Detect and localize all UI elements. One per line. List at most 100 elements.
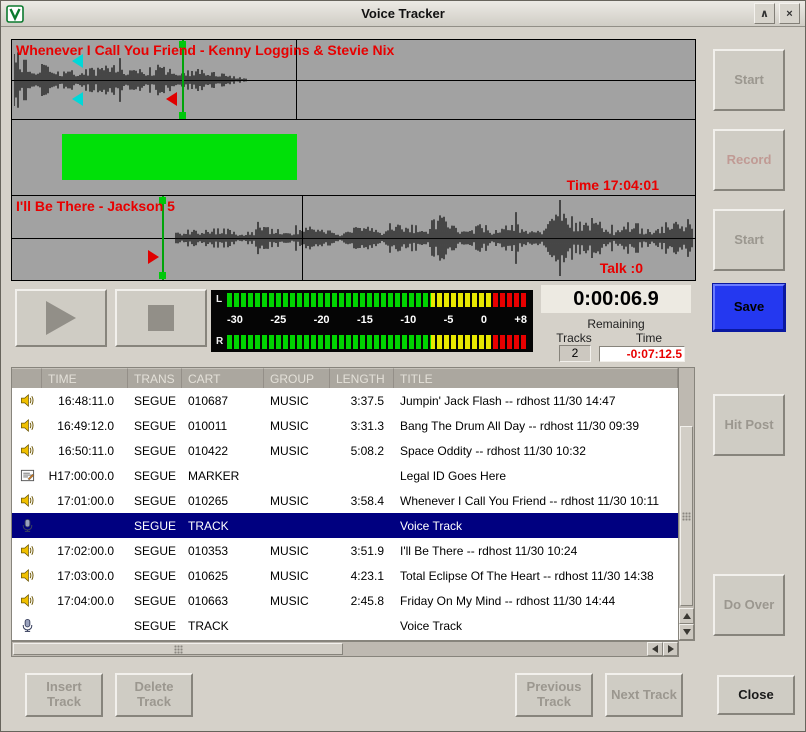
cell-group: MUSIC bbox=[264, 444, 330, 458]
log-row[interactable]: 17:04:00.0SEGUE010663MUSIC2:45.8Friday O… bbox=[12, 588, 678, 613]
cell-title: Jumpin' Jack Flash -- rdhost 11/30 14:47 bbox=[394, 394, 678, 408]
cell-cart: MARKER bbox=[182, 469, 264, 483]
next-track-button[interactable]: Next Track bbox=[605, 673, 683, 717]
cell-group: MUSIC bbox=[264, 494, 330, 508]
log-header-time[interactable]: TIME bbox=[42, 368, 128, 388]
voicetrack-region[interactable] bbox=[62, 134, 297, 180]
speaker-icon bbox=[12, 593, 42, 608]
vertical-scrollbar-thumb[interactable] bbox=[680, 426, 693, 606]
do-over-button[interactable]: Do Over bbox=[713, 574, 785, 636]
window-close-button[interactable]: × bbox=[779, 3, 800, 24]
cell-title: Space Oddity -- rdhost 11/30 10:32 bbox=[394, 444, 678, 458]
playout-marker[interactable] bbox=[148, 250, 159, 264]
audio-meter: L -30-25-20-15-10-50+8 R bbox=[211, 290, 533, 352]
log-header-icon[interactable] bbox=[12, 368, 42, 388]
remaining-label: Remaining bbox=[541, 317, 691, 331]
insert-track-button[interactable]: Insert Track bbox=[25, 673, 103, 717]
cell-trans: SEGUE bbox=[128, 494, 182, 508]
log-row[interactable]: 16:50:11.0SEGUE010422MUSIC5:08.2Space Od… bbox=[12, 438, 678, 463]
play-button[interactable] bbox=[15, 289, 107, 347]
right-arrow-icon bbox=[668, 645, 674, 653]
close-button[interactable]: Close bbox=[717, 675, 795, 715]
log-header-cart[interactable]: CART bbox=[182, 368, 264, 388]
stop-button[interactable] bbox=[115, 289, 207, 347]
mic-icon bbox=[12, 618, 42, 633]
start-track1-button[interactable]: Start bbox=[713, 49, 785, 111]
start-track2-button[interactable]: Start bbox=[713, 209, 785, 271]
speaker-icon bbox=[12, 393, 42, 408]
marker-handle[interactable] bbox=[159, 272, 166, 279]
log-header-group[interactable]: GROUP bbox=[264, 368, 330, 388]
meter-scale-tick: -5 bbox=[444, 314, 454, 326]
cell-trans: SEGUE bbox=[128, 394, 182, 408]
cell-length: 3:58.4 bbox=[330, 494, 394, 508]
log-row[interactable]: 17:02:00.0SEGUE010353MUSIC3:51.9I'll Be … bbox=[12, 538, 678, 563]
scroll-right-button[interactable] bbox=[663, 642, 678, 656]
log-header-length[interactable]: LENGTH bbox=[330, 368, 394, 388]
track1-panel[interactable]: Whenever I Call You Friend - Kenny Loggi… bbox=[12, 40, 695, 120]
cell-time: 16:49:12.0 bbox=[42, 419, 128, 433]
cell-time: 17:02:00.0 bbox=[42, 544, 128, 558]
remaining-tracks-label: Tracks bbox=[541, 331, 607, 345]
track2-panel[interactable]: I'll Be There - Jackson 5 Talk :0 bbox=[12, 196, 695, 280]
cell-trans: SEGUE bbox=[128, 619, 182, 633]
up-arrow-icon bbox=[683, 613, 691, 619]
save-button[interactable]: Save bbox=[713, 284, 785, 331]
cell-trans: SEGUE bbox=[128, 519, 182, 533]
down-arrow-icon bbox=[683, 629, 691, 635]
track-editor[interactable]: Whenever I Call You Friend - Kenny Loggi… bbox=[11, 39, 696, 281]
log-row[interactable]: H17:00:00.0SEGUEMARKERLegal ID Goes Here bbox=[12, 463, 678, 488]
playout-marker[interactable] bbox=[166, 92, 177, 106]
cell-length: 2:45.8 bbox=[330, 594, 394, 608]
left-arrow-icon bbox=[652, 645, 658, 653]
log-header: TIMETRANSCARTGROUPLENGTHTITLE bbox=[12, 368, 678, 388]
log-row-selected[interactable]: SEGUETRACKVoice Track bbox=[12, 513, 678, 538]
cell-trans: SEGUE bbox=[128, 419, 182, 433]
record-button[interactable]: Record bbox=[713, 129, 785, 191]
delete-track-button[interactable]: Delete Track bbox=[115, 673, 193, 717]
cell-cart: TRACK bbox=[182, 619, 264, 633]
log-header-trans[interactable]: TRANS bbox=[128, 368, 182, 388]
log-row[interactable]: SEGUETRACKVoice Track bbox=[12, 613, 678, 638]
cell-trans: SEGUE bbox=[128, 569, 182, 583]
meter-scale-tick: -15 bbox=[357, 314, 373, 326]
log-row[interactable]: 16:49:12.0SEGUE010011MUSIC3:31.3Bang The… bbox=[12, 413, 678, 438]
cell-group: MUSIC bbox=[264, 544, 330, 558]
voicetrack-panel[interactable]: Time 17:04:01 bbox=[12, 120, 695, 196]
cell-trans: SEGUE bbox=[128, 469, 182, 483]
cell-title: Bang The Drum All Day -- rdhost 11/30 09… bbox=[394, 419, 678, 433]
scroll-left-button[interactable] bbox=[647, 642, 663, 656]
remaining-time-label: Time bbox=[607, 331, 691, 345]
scroll-up-button[interactable] bbox=[679, 608, 694, 624]
horizontal-scrollbar-track[interactable] bbox=[11, 641, 679, 657]
previous-track-button[interactable]: Previous Track bbox=[515, 673, 593, 717]
log-row[interactable]: 16:48:11.0SEGUE010687MUSIC3:37.5Jumpin' … bbox=[12, 388, 678, 413]
vertical-scrollbar[interactable] bbox=[678, 368, 694, 640]
horizontal-scrollbar-thumb[interactable] bbox=[13, 643, 343, 655]
speaker-icon bbox=[12, 493, 42, 508]
cell-title: Total Eclipse Of The Heart -- rdhost 11/… bbox=[394, 569, 678, 583]
cell-title: Whenever I Call You Friend -- rdhost 11/… bbox=[394, 494, 678, 508]
remaining-time-value: -0:07:12.5 bbox=[599, 346, 685, 362]
talk-time-label: Talk :0 bbox=[600, 260, 643, 276]
scrollbar-grip bbox=[174, 645, 183, 654]
fade-marker[interactable] bbox=[72, 92, 83, 106]
shade-button[interactable]: ∧ bbox=[754, 3, 775, 24]
cell-cart: TRACK bbox=[182, 519, 264, 533]
log-header-title[interactable]: TITLE bbox=[394, 368, 678, 388]
cell-time: 16:48:11.0 bbox=[42, 394, 128, 408]
log-body: 16:48:11.0SEGUE010687MUSIC3:37.5Jumpin' … bbox=[12, 388, 678, 640]
log-row[interactable]: 17:03:00.0SEGUE010625MUSIC4:23.1Total Ec… bbox=[12, 563, 678, 588]
speaker-icon bbox=[12, 543, 42, 558]
horizontal-scrollbar[interactable] bbox=[11, 641, 695, 657]
cell-group: MUSIC bbox=[264, 419, 330, 433]
cell-cart: 010663 bbox=[182, 594, 264, 608]
app-icon[interactable] bbox=[6, 5, 24, 23]
hit-post-button[interactable]: Hit Post bbox=[713, 394, 785, 456]
track1-title: Whenever I Call You Friend - Kenny Loggi… bbox=[16, 42, 394, 58]
meter-scale-tick: -25 bbox=[270, 314, 286, 326]
marker-handle[interactable] bbox=[179, 112, 186, 119]
log-row[interactable]: 17:01:00.0SEGUE010265MUSIC3:58.4Whenever… bbox=[12, 488, 678, 513]
scroll-down-button[interactable] bbox=[679, 624, 694, 640]
elapsed-time-display: 0:00:06.9 bbox=[541, 285, 691, 313]
